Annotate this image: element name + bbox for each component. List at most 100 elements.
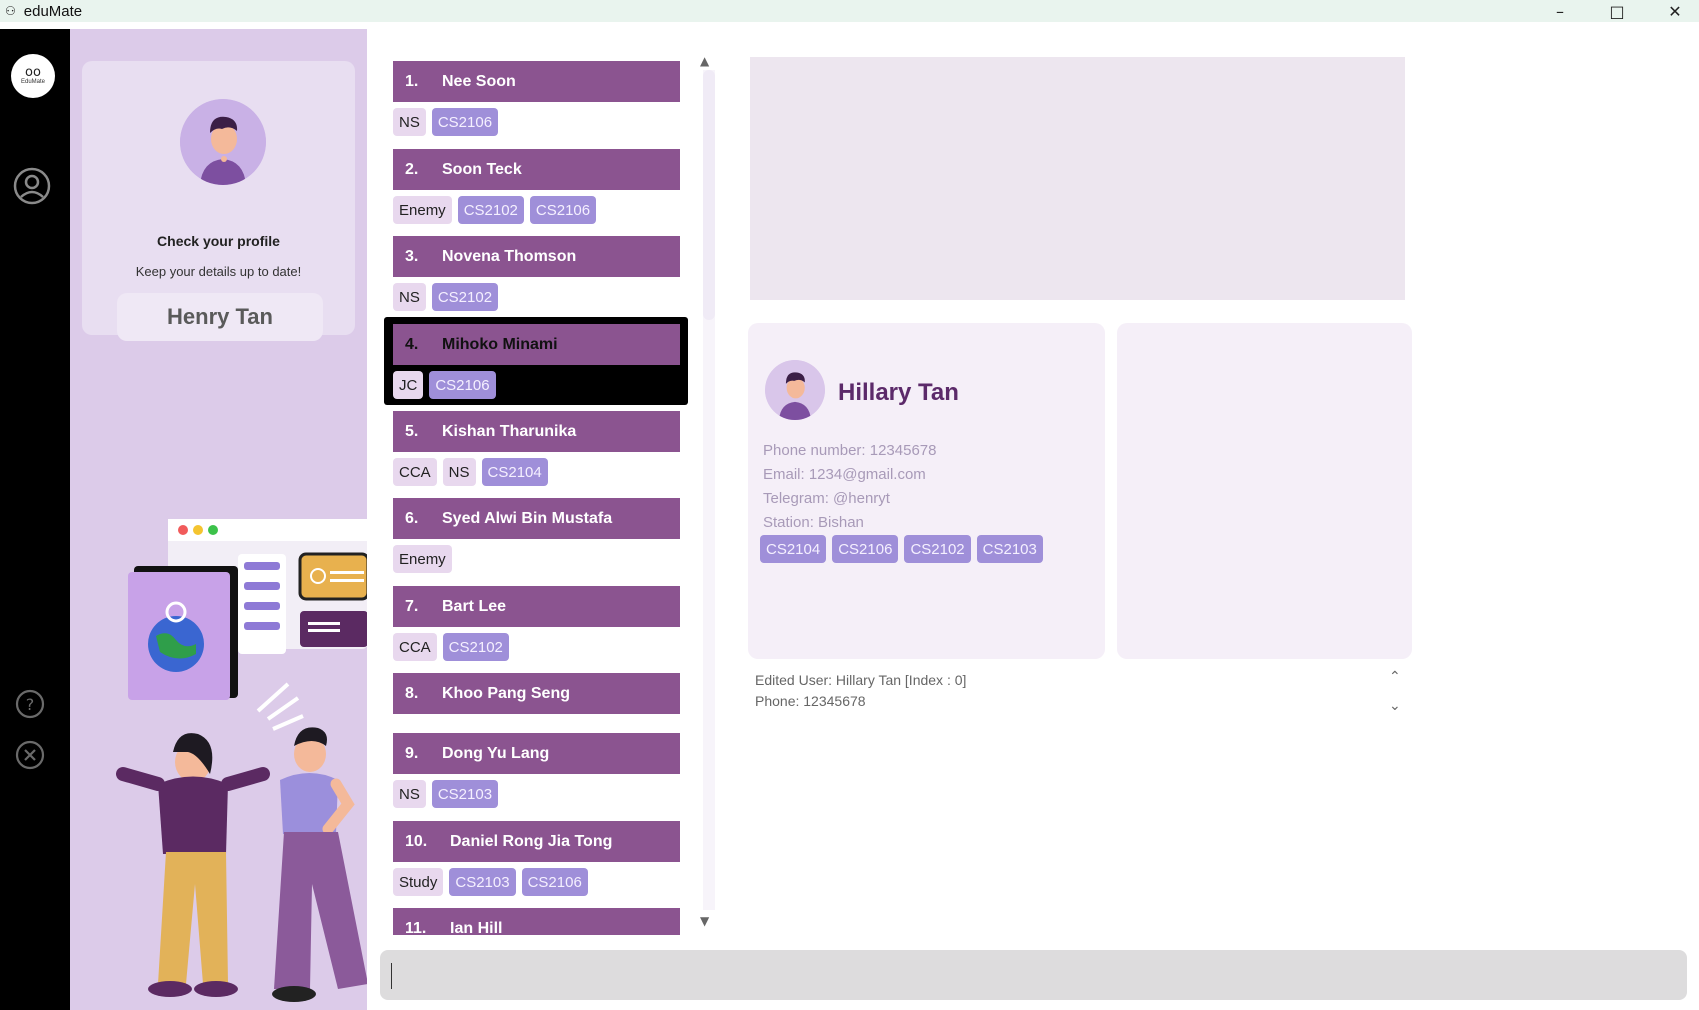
glasses-icon: ⚇ [5,4,16,18]
person-name: Bart Lee [442,597,507,615]
exit-icon[interactable] [15,740,45,770]
module-tag: CS2106 [429,371,496,399]
person-card-header[interactable]: 3. Novena Thomson [393,236,680,277]
person-card[interactable]: 10. Daniel Rong Jia Tong Study CS2103 CS2106 [393,821,680,896]
group-tag: Enemy [393,545,452,573]
list-scrollbar-thumb[interactable] [703,70,715,320]
profile-name[interactable]: Henry Tan [117,293,323,341]
person-card[interactable]: 4. Mihoko Minami JC CS2106 [393,324,680,399]
group-tag: CCA [393,458,437,486]
person-card[interactable]: 5. Kishan Tharunika CCA NS CS2104 [393,411,680,486]
maximize-button[interactable]: □ [1588,0,1646,22]
person-detail-card: Hillary Tan Phone number: 12345678 Email… [748,323,1105,659]
detail-modules: CS2104 CS2106 CS2102 CS2103 [760,535,1043,563]
module-tag: CS2106 [529,196,597,224]
person-tags: NS CS2102 [393,283,680,311]
group-tag: NS [393,283,426,311]
person-index: 4. [405,335,419,353]
person-name: Mihoko Minami [442,335,558,353]
chevron-up-icon[interactable]: ⌃ [1389,666,1401,687]
person-tags: NS CS2103 [393,780,680,808]
person-name: Novena Thomson [442,247,577,265]
detail-name: Hillary Tan [838,379,959,406]
command-box[interactable] [380,950,1687,1000]
person-index: 5. [405,422,419,440]
module-tag: CS2102 [442,633,509,661]
module-tag: CS2102 [457,196,524,224]
window-title: eduMate [23,2,83,20]
glasses-icon: oo [25,65,41,80]
person-card[interactable]: 11. Ian Hill [393,908,680,935]
scroll-up-icon[interactable]: ▲ [700,54,709,68]
person-card[interactable]: 6. Syed Alwi Bin Mustafa Enemy [393,498,680,573]
chevron-down-icon[interactable]: ⌄ [1389,695,1401,716]
person-index: 7. [405,597,419,615]
person-tags: Enemy [393,545,680,573]
person-card[interactable]: 1. Nee Soon NS CS2106 [393,61,680,136]
person-name: Dong Yu Lang [442,744,550,762]
person-index: 2. [405,160,419,178]
title-bar: ⚇ eduMate – □ ✕ [0,0,1699,22]
profile-subtitle: Keep your details up to date! [135,264,302,279]
module-tag: CS2103 [449,868,516,896]
person-list[interactable]: ▲ ▼ 1. Nee Soon NS CS2106 2. Soon Teck Enemy CS… [380,42,722,935]
person-card-header[interactable]: 4. Mihoko Minami [393,324,680,365]
person-tags: JC CS2106 [393,371,680,399]
person-card-header[interactable]: 6. Syed Alwi Bin Mustafa [393,498,680,539]
person-card-header[interactable]: 10. Daniel Rong Jia Tong [393,821,680,862]
person-index: 11. [405,919,427,936]
person-name: Khoo Pang Seng [442,684,570,702]
person-name: Soon Teck [442,160,522,178]
avatar [180,99,266,185]
person-card-header[interactable]: 5. Kishan Tharunika [393,411,680,452]
text-cursor [391,963,392,989]
person-card-header[interactable]: 8. Khoo Pang Seng [393,673,680,714]
scroll-down-icon[interactable]: ▼ [700,914,709,928]
person-card[interactable]: 3. Novena Thomson NS CS2102 [393,236,680,311]
module-tag: CS2106 [521,868,588,896]
person-card-header[interactable]: 1. Nee Soon [393,61,680,102]
help-icon[interactable]: ? [15,689,45,719]
person-index: 8. [405,684,419,702]
person-name: Syed Alwi Bin Mustafa [442,509,613,527]
person-name: Kishan Tharunika [442,422,577,440]
person-card-header[interactable]: 2. Soon Teck [393,149,680,190]
module-tag: CS2103 [431,780,499,808]
module-tag: CS2103 [976,535,1043,563]
person-card-header[interactable]: 11. Ian Hill [393,908,680,935]
module-tag: CS2106 [431,108,499,136]
avatar [765,360,825,420]
module-tag: CS2104 [760,535,827,563]
person-card-header[interactable]: 9. Dong Yu Lang [393,733,680,774]
person-name: Nee Soon [442,72,516,90]
close-button[interactable]: ✕ [1646,0,1699,22]
sidebar: Check your profile Keep your details up … [70,29,367,1010]
person-index: 6. [405,509,419,527]
module-tag: CS2102 [904,535,971,563]
person-card[interactable]: 9. Dong Yu Lang NS CS2103 [393,733,680,808]
person-card[interactable]: 2. Soon Teck Enemy CS2102 CS2106 [393,149,680,224]
group-tag: JC [393,371,424,399]
person-tags: NS CS2106 [393,108,680,136]
person-tags: Enemy CS2102 CS2106 [393,196,680,224]
group-tag: NS [393,108,426,136]
person-card[interactable]: 8. Khoo Pang Seng [393,673,680,714]
profile-icon[interactable] [13,167,51,205]
detail-telegram: Telegram: @henryt [763,490,890,507]
nav-bar: oo EduMate ? [0,29,70,1010]
group-tag: NS [393,780,426,808]
person-card[interactable]: 7. Bart Lee CCA CS2102 [393,586,680,661]
person-tags: CCA CS2102 [393,633,680,661]
group-tag: Study [393,868,444,896]
module-tag: CS2104 [481,458,548,486]
minimize-button[interactable]: – [1531,0,1589,22]
profile-card[interactable]: Check your profile Keep your details up … [82,61,355,341]
person-index: 3. [405,247,419,265]
person-card-header[interactable]: 7. Bart Lee [393,586,680,627]
person-tags: CCA NS CS2104 [393,458,680,486]
sidebar-illustration [116,519,367,1002]
app-logo[interactable]: oo EduMate [11,54,55,98]
person-index: 1. [405,72,419,90]
detail-panel: Hillary Tan Phone number: 12345678 Email… [734,42,1422,936]
command-input[interactable] [390,958,1670,992]
